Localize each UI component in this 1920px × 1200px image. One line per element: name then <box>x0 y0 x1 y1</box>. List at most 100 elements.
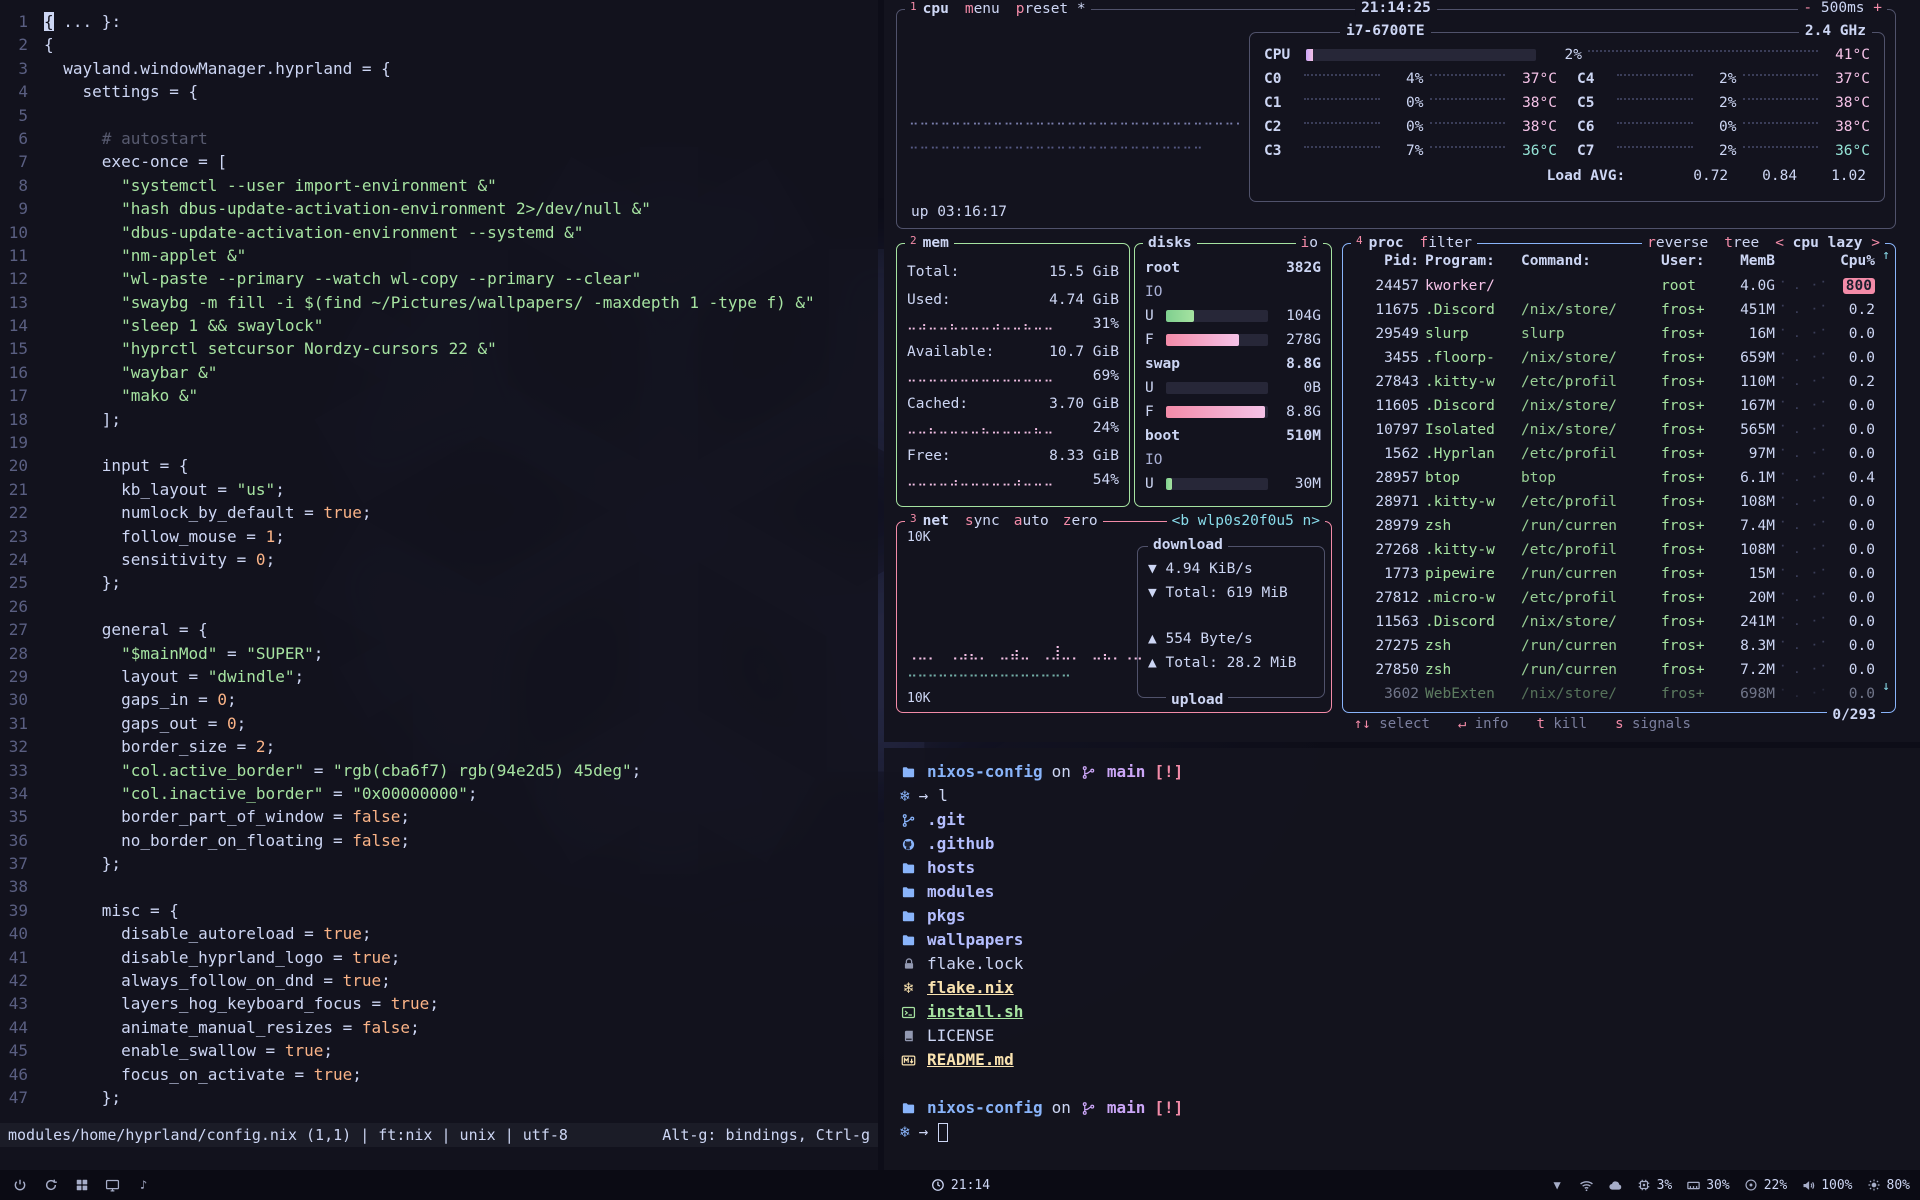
sort-prev-icon[interactable]: < <box>1775 235 1784 251</box>
process-row[interactable]: 3602WebExten/nix/store/fros+698M⠈⠀⠄⠀⠂⠁0.… <box>1343 682 1895 706</box>
code-line[interactable]: 45 enable_swallow = true; <box>0 1039 878 1062</box>
code-line[interactable]: 34 "col.inactive_border" = "0x00000000"; <box>0 782 878 805</box>
code-line[interactable]: 38 <box>0 875 878 898</box>
sort-selector[interactable]: < cpu lazy > <box>1775 234 1880 252</box>
cpu-stat[interactable]: 3% <box>1637 1178 1673 1193</box>
code-line[interactable]: 32 border_size = 2; <box>0 735 878 758</box>
interval-increase-icon[interactable]: + <box>1873 0 1882 16</box>
code-line[interactable]: 8 "systemctl --user import-environment &… <box>0 174 878 197</box>
proc-key-kill[interactable]: t kill <box>1536 716 1587 732</box>
code-line[interactable]: 2{ <box>0 33 878 56</box>
update-interval-control[interactable]: - 500ms + <box>1798 0 1887 16</box>
code-line[interactable]: 23 follow_mouse = 1; <box>0 525 878 548</box>
proc-key-info[interactable]: ↵ info <box>1458 716 1509 732</box>
sync-button[interactable]: sync <box>965 512 1000 530</box>
display-icon[interactable] <box>105 1178 120 1193</box>
proc-column-header[interactable]: MemB <box>1719 253 1775 269</box>
code-line[interactable]: 18 ]; <box>0 408 878 431</box>
code-line[interactable]: 19 <box>0 431 878 454</box>
proc-column-header[interactable]: Cpu% <box>1831 253 1875 269</box>
process-row[interactable]: 11675.Discord/nix/store/fros+451M⠈⠀⠄⠀⠂⠁0… <box>1343 298 1895 322</box>
music-icon[interactable]: ♪ <box>136 1178 151 1193</box>
code-line[interactable]: 42 always_follow_on_dnd = true; <box>0 969 878 992</box>
process-row[interactable]: 27275zsh/run/currenfros+8.3M⠈⠀⠄⠀⠂⠁0.0 <box>1343 634 1895 658</box>
proc-column-header[interactable]: Command: <box>1521 253 1661 269</box>
code-line[interactable]: 14 "sleep 1 && swaylock" <box>0 314 878 337</box>
code-line[interactable]: 4 settings = { <box>0 80 878 103</box>
code-line[interactable]: 3 wayland.windowManager.hyprland = { <box>0 57 878 80</box>
code-line[interactable]: 17 "mako &" <box>0 384 878 407</box>
interval-decrease-icon[interactable]: - <box>1803 0 1812 16</box>
scroll-down-icon[interactable]: ↓ <box>1882 679 1890 694</box>
menu-button[interactable]: menu <box>965 0 1000 18</box>
code-line[interactable]: 7 exec-once = [ <box>0 150 878 173</box>
code-line[interactable]: 15 "hyprctl setcursor Nordzy-cursors 22 … <box>0 337 878 360</box>
code-line[interactable]: 47 }; <box>0 1086 878 1109</box>
code-line[interactable]: 43 layers_hog_keyboard_focus = true; <box>0 992 878 1015</box>
process-row[interactable]: 1773pipewire/run/currenfros+15M⠈⠀⠄⠀⠂⠁0.0 <box>1343 562 1895 586</box>
code-line[interactable]: 26 <box>0 595 878 618</box>
code-line[interactable]: 24 sensitivity = 0; <box>0 548 878 571</box>
process-row[interactable]: 11563.Discord/nix/store/fros+241M⠈⠀⠄⠀⠂⠁0… <box>1343 610 1895 634</box>
process-row[interactable]: 29549slurpslurpfros+16M⠈⠀⠄⠀⠂⠁0.0 <box>1343 322 1895 346</box>
proc-column-header[interactable]: Program: <box>1425 253 1521 269</box>
code-line[interactable]: 40 disable_autoreload = true; <box>0 922 878 945</box>
process-row[interactable]: 10797Isolated/nix/store/fros+565M⠈⠀⠄⠀⠂⠁0… <box>1343 418 1895 442</box>
code-line[interactable]: 35 border_part_of_window = false; <box>0 805 878 828</box>
code-line[interactable]: 21 kb_layout = "us"; <box>0 478 878 501</box>
code-line[interactable]: 10 "dbus-update-activation-environment -… <box>0 221 878 244</box>
workspace-icon[interactable] <box>74 1178 89 1193</box>
process-row[interactable]: 28971.kitty-w/etc/profilfros+108M⠈⠀⠄⠀⠂⠁0… <box>1343 490 1895 514</box>
chevron-icon[interactable]: ▼ <box>1550 1178 1565 1193</box>
editor-buffer[interactable]: 1{ ... }:2{3 wayland.windowManager.hyprl… <box>0 0 878 1109</box>
code-line[interactable]: 1{ ... }: <box>0 10 878 33</box>
ram-stat[interactable]: 30% <box>1686 1178 1729 1193</box>
code-line[interactable]: 29 layout = "dwindle"; <box>0 665 878 688</box>
btop-window[interactable]: 1 cpu menu preset * 21:14:25 - 500ms + ⣀… <box>884 0 1920 742</box>
code-line[interactable]: 9 "hash dbus-update-activation-environme… <box>0 197 878 220</box>
reverse-button[interactable]: reverse <box>1647 234 1708 252</box>
editor-window[interactable]: 1{ ... }:2{3 wayland.windowManager.hyprl… <box>0 0 878 1170</box>
process-row[interactable]: 27843.kitty-w/etc/profilfros+110M⠈⠀⠄⠀⠂⠁0… <box>1343 370 1895 394</box>
shell-command-line[interactable]: ❄→l <box>900 784 1920 808</box>
code-line[interactable]: 33 "col.active_border" = "rgb(cba6f7) rg… <box>0 759 878 782</box>
code-line[interactable]: 46 focus_on_activate = true; <box>0 1063 878 1086</box>
tree-button[interactable]: tree <box>1724 234 1759 252</box>
interface-name[interactable]: <b wlp0s20f0u5 n> <box>1172 512 1320 530</box>
zero-button[interactable]: zero <box>1063 512 1098 530</box>
wifi-icon[interactable] <box>1579 1178 1594 1193</box>
scroll-up-icon[interactable]: ↑ <box>1882 248 1890 263</box>
process-row[interactable]: 24457kworker/root4.0G⠈⠀⠄⠀⠂⠁800 <box>1343 274 1895 298</box>
proc-key-signals[interactable]: s signals <box>1615 716 1691 732</box>
process-row[interactable]: 3455.floorp-/nix/store/fros+659M⠈⠀⠄⠀⠂⠁0.… <box>1343 346 1895 370</box>
code-line[interactable]: 11 "nm-applet &" <box>0 244 878 267</box>
auto-button[interactable]: auto <box>1014 512 1049 530</box>
code-line[interactable]: 6 # autostart <box>0 127 878 150</box>
network-interface[interactable]: <b wlp0s20f0u5 n> <box>1167 512 1325 530</box>
preset-button[interactable]: preset * <box>1016 0 1086 18</box>
code-line[interactable]: 13 "swaybg -m fill -i $(find ~/Pictures/… <box>0 291 878 314</box>
code-line[interactable]: 22 numlock_by_default = true; <box>0 501 878 524</box>
restart-icon[interactable] <box>43 1178 58 1193</box>
cloud-icon[interactable] <box>1608 1178 1623 1193</box>
process-row[interactable]: 1562.Hyprlan/etc/profilfros+97M⠈⠀⠄⠀⠂⠁0.0 <box>1343 442 1895 466</box>
code-line[interactable]: 16 "waybar &" <box>0 361 878 384</box>
terminal-window[interactable]: nixos-configonmain[!]❄→l.git.githubhosts… <box>884 748 1920 1170</box>
code-line[interactable]: 39 misc = { <box>0 899 878 922</box>
shell-command-line[interactable]: ❄→ <box>900 1120 1920 1144</box>
proc-column-header[interactable]: User: <box>1661 253 1719 269</box>
process-row[interactable]: 27850zsh/run/currenfros+7.2M⠈⠀⠄⠀⠂⠁0.0 <box>1343 658 1895 682</box>
code-line[interactable]: 44 animate_manual_resizes = false; <box>0 1016 878 1039</box>
code-line[interactable]: 28 "$mainMod" = "SUPER"; <box>0 642 878 665</box>
code-line[interactable]: 30 gaps_in = 0; <box>0 688 878 711</box>
code-line[interactable]: 36 no_border_on_floating = false; <box>0 829 878 852</box>
sun-stat[interactable]: 80% <box>1867 1178 1910 1193</box>
code-line[interactable]: 20 input = { <box>0 454 878 477</box>
process-row[interactable]: 27812.micro-w/etc/profilfros+20M⠈⠀⠄⠀⠂⠁0.… <box>1343 586 1895 610</box>
disk-stat[interactable]: 22% <box>1744 1178 1787 1193</box>
code-line[interactable]: 41 disable_hyprland_logo = true; <box>0 946 878 969</box>
code-line[interactable]: 12 "wl-paste --primary --watch wl-copy -… <box>0 267 878 290</box>
proc-key-select[interactable]: ↑↓ select <box>1354 716 1430 732</box>
sort-next-icon[interactable]: > <box>1871 235 1880 251</box>
process-row[interactable]: 28957btopbtopfros+6.1M⠈⠀⠄⠀⠂⠁0.4 <box>1343 466 1895 490</box>
